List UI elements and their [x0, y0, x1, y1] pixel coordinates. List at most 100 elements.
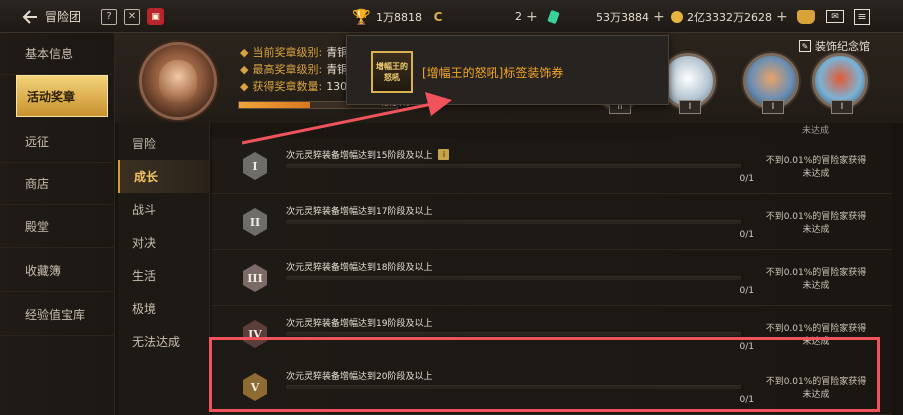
info-label: 获得奖章数量: — [252, 80, 323, 93]
gem-value: 53万3884 — [596, 10, 649, 24]
edit-icon: ✎ — [799, 40, 811, 52]
category-label: 战斗 — [132, 203, 157, 217]
medal-tier-tag: I — [762, 100, 784, 114]
achievement-title: 次元灵猝装备增幅达到15阶段及以上 i — [286, 148, 450, 161]
sidebar-item-label: 经验值宝库 — [25, 308, 86, 322]
gem-icon — [547, 9, 560, 24]
category-list: 冒险 成长 战斗 对决 生活 极境 无法达成 — [118, 123, 210, 415]
sidebar-item-label: 收藏簿 — [25, 264, 62, 278]
page-title: 冒险团 — [45, 10, 82, 24]
category-life[interactable]: 生活 — [118, 259, 210, 292]
medal-tier-tag: I — [831, 100, 853, 114]
gem-add-button[interactable]: + — [653, 9, 665, 25]
category-unachievable[interactable]: 无法达成 — [118, 325, 210, 358]
sidebar-item-label: 远征 — [25, 135, 50, 149]
tier-badge-icon: I — [243, 152, 267, 180]
sidebar-item-event-medal[interactable]: 活动奖章 — [16, 75, 108, 117]
status-text: 未达成 — [802, 281, 830, 291]
sidebar: 基本信息 活动奖章 远征 商店 殿堂 收藏簿 经验值宝库 — [0, 33, 115, 415]
mail-icon[interactable]: ✉ — [826, 10, 844, 23]
stat-text: 不到0.01%的冒险家获得 — [765, 156, 867, 166]
partial-row-status: 未达成 — [802, 126, 830, 136]
category-extreme[interactable]: 极境 — [118, 292, 210, 325]
achievement-stats: 不到0.01%的冒险家获得 未达成 — [761, 155, 871, 181]
info-value: 青铜 — [326, 63, 349, 76]
c-currency-icon: C — [433, 9, 443, 24]
achievement-title: 次元灵猝装备增幅达到17阶段及以上 — [286, 207, 433, 217]
sidebar-item-collection[interactable]: 收藏簿 — [0, 250, 115, 292]
list-item[interactable]: I 次元灵猝装备增幅达到15阶段及以上 i 0/1 不到0.01%的冒险家获得 未达… — [212, 138, 892, 194]
medal-count: ◆ 获得奖章数量: 130 — [240, 79, 348, 94]
info-value: 青铜 — [326, 46, 349, 59]
achievement-progress-bar — [286, 276, 741, 280]
achievement-title-text: 次元灵猝装备增幅达到15阶段及以上 — [286, 151, 433, 161]
top-bar: 冒险团 ? ✕ ▣ 🏆 1万8818 C 2 + 53万3884 + 2亿3332万… — [0, 0, 903, 33]
category-label: 极境 — [132, 302, 157, 316]
achievement-progress-bar — [286, 164, 741, 168]
info-label: 当前奖章级别: — [252, 46, 323, 59]
category-duel[interactable]: 对决 — [118, 226, 210, 259]
sidebar-item-expedition[interactable]: 远征 — [0, 121, 115, 163]
decoration-hall-label: 装饰纪念馆 — [815, 40, 870, 53]
calendar-icon[interactable]: ✕ — [124, 8, 140, 25]
list-item[interactable]: II 次元灵猝装备增幅达到17阶段及以上 0/1 不到0.01%的冒险家获得 未达… — [212, 194, 892, 250]
info-icon[interactable]: i — [438, 149, 450, 160]
sidebar-item-label: 商店 — [25, 177, 50, 191]
sidebar-item-exp-vault[interactable]: 经验值宝库 — [0, 294, 115, 336]
current-medal-level: ◆ 当前奖章级别: 青铜 — [240, 45, 349, 60]
sidebar-item-label: 基本信息 — [25, 47, 74, 61]
achievement-count: 0/1 — [739, 286, 754, 296]
c-add-button[interactable]: + — [526, 9, 538, 25]
help-icon[interactable]: ? — [101, 8, 117, 25]
sidebar-item-label: 殿堂 — [25, 220, 50, 234]
category-label: 对决 — [132, 236, 157, 250]
lion-medal-emblem-icon — [139, 42, 217, 120]
sidebar-item-label: 活动奖章 — [27, 89, 76, 104]
achievement-progress-bar — [286, 332, 741, 336]
highlight-box — [209, 337, 880, 412]
achievement-stats: 不到0.01%的冒险家获得 未达成 — [761, 211, 871, 237]
category-label: 生活 — [132, 269, 157, 283]
medal-badge[interactable]: I — [812, 53, 868, 114]
status-text: 未达成 — [802, 225, 830, 235]
achievement-title: 次元灵猝装备增幅达到19阶段及以上 — [286, 319, 433, 329]
tier-badge-icon: III — [243, 264, 267, 292]
category-adventure[interactable]: 冒险 — [118, 127, 210, 160]
decoration-hall-link[interactable]: ✎ 装饰纪念馆 — [799, 38, 870, 54]
category-label: 无法达成 — [132, 335, 181, 349]
info-label: 最高奖章级别: — [252, 63, 323, 76]
status-text: 未达成 — [802, 169, 830, 179]
back-button[interactable] — [22, 0, 38, 33]
c-currency-value: 2 — [515, 10, 522, 23]
stat-text: 不到0.01%的冒险家获得 — [765, 212, 867, 222]
title-ticket-icon: 增幅王的怒吼 — [371, 51, 413, 93]
category-label: 冒险 — [132, 137, 157, 151]
gold-value: 2亿3332万2628 — [687, 10, 772, 24]
medal-badge[interactable]: I — [743, 53, 799, 114]
highest-medal-level: ◆ 最高奖章级别: 青铜 — [240, 62, 349, 77]
sidebar-item-basic-info[interactable]: 基本信息 — [0, 33, 115, 75]
achievement-title: 次元灵猝装备增幅达到18阶段及以上 — [286, 263, 433, 273]
gift-icon[interactable]: ▣ — [147, 8, 164, 25]
sidebar-item-shop[interactable]: 商店 — [0, 163, 115, 205]
tier-badge-icon: II — [243, 208, 267, 236]
sidebar-item-hall[interactable]: 殿堂 — [0, 206, 115, 248]
achievement-count: 0/1 — [739, 174, 754, 184]
trophy-value: 1万8818 — [376, 10, 422, 24]
stat-text: 不到0.01%的冒险家获得 — [765, 324, 867, 334]
achievement-count: 0/1 — [739, 230, 754, 240]
inventory-pot-icon[interactable] — [797, 9, 815, 24]
stat-text: 不到0.01%的冒险家获得 — [765, 268, 867, 278]
achievement-stats: 不到0.01%的冒险家获得 未达成 — [761, 267, 871, 293]
tooltip-text: [增幅王的怒吼]标签装饰券 — [422, 66, 564, 80]
gold-add-button[interactable]: + — [776, 9, 788, 25]
category-battle[interactable]: 战斗 — [118, 193, 210, 226]
back-arrow-icon — [22, 9, 37, 24]
category-growth[interactable]: 成长 — [118, 160, 210, 193]
list-item[interactable]: III 次元灵猝装备增幅达到18阶段及以上 0/1 不到0.01%的冒险家获得未… — [212, 250, 892, 306]
achievement-progress-bar — [286, 220, 741, 224]
info-value: 130 — [326, 79, 348, 93]
gold-coin-icon — [671, 10, 683, 23]
reward-tooltip: 增幅王的怒吼 [增幅王的怒吼]标签装饰券 — [346, 35, 669, 105]
menu-icon[interactable]: ≡ — [854, 8, 870, 25]
